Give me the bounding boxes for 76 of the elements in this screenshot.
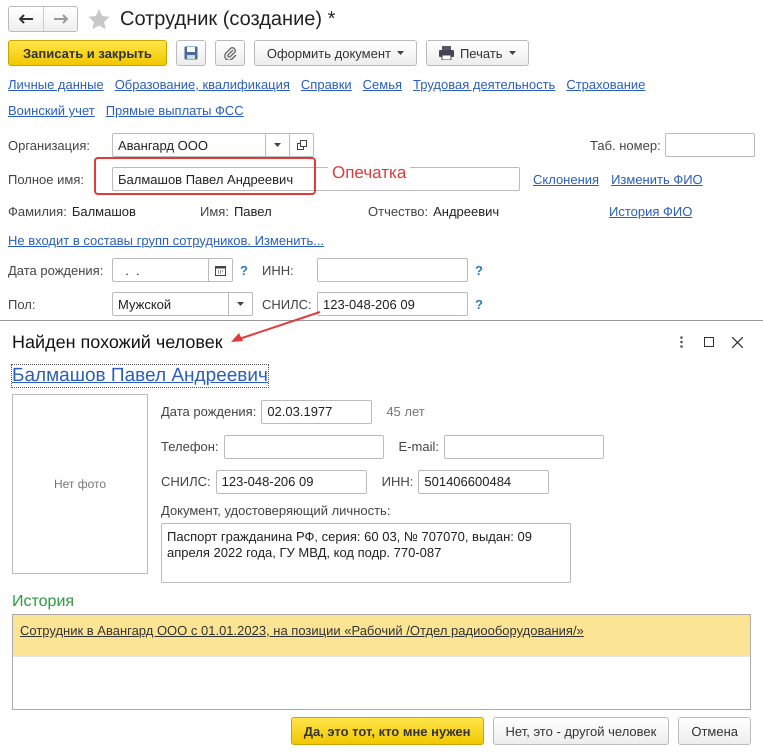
section-link[interactable]: Справки [300,76,352,93]
name-history-link[interactable]: История ФИО [609,203,692,220]
no-photo-text: Нет фото [54,477,106,491]
calendar-icon [215,264,226,276]
age-text: 45 лет [386,404,425,419]
printer-icon [438,46,454,60]
field-label: Документ, удостоверяющий личность: [161,503,392,518]
help-link[interactable]: ? [240,262,254,278]
maximize-icon[interactable] [704,337,714,347]
field-label: Отчество: [368,204,428,219]
section-link[interactable]: Прямые выплаты ФСС [106,102,244,119]
more-icon[interactable] [680,336,682,348]
field-label: Имя: [200,204,229,219]
field-label: E-mail: [398,439,439,454]
close-icon[interactable] [732,336,742,348]
caret-icon [237,302,244,306]
window-title: Сотрудник (создание) * [120,8,336,30]
name-part-value: Павел [234,204,272,219]
dialog-title: Найден похожий человек [12,332,224,352]
field-label: ИНН: [262,262,295,278]
create-document-button[interactable]: Оформить документ [254,40,417,66]
dialog-field[interactable] [224,434,384,458]
name-link[interactable]: Склонения [533,170,600,188]
floppy-icon [184,46,198,60]
help-link[interactable]: ? [475,296,489,312]
tab-number-field[interactable] [665,133,755,157]
dialog-field[interactable]: 501406600484 [418,470,550,494]
field-label: Таб. номер: [590,138,662,152]
open-icon [296,140,306,150]
field-label: СНИЛС: [161,474,211,489]
field-label: Дата рождения: [8,262,104,278]
arrow-right-icon [54,14,68,24]
document-field[interactable]: Паспорт гражданина РФ, серия: 60 03, № 707070, выдан: 09 апреля 2022 года, ГУ МВД, код подр. 770-087 [161,523,571,583]
help-link[interactable]: ? [475,262,489,278]
arrow-left-icon [19,14,33,24]
field-label: Пол: [8,296,36,312]
field-label: СНИЛС: [262,296,313,312]
organization-field[interactable]: Авангард ООО [112,133,314,157]
caret-icon [396,51,404,55]
section-link[interactable]: Трудовая деятельность [413,76,556,93]
section-link[interactable]: Образование, квалификация [114,76,290,93]
dialog-button[interactable]: Нет, это - другой человек [492,717,670,745]
snils-field[interactable]: 123-048-206 09 [317,292,468,316]
dialog-button[interactable]: Отмена [678,717,751,745]
star-icon[interactable] [88,8,110,30]
history-row[interactable]: Сотрудник в Авангард ООО с 01.01.2023, на позиции «Рабочий /Отдел радиооборудования/» [13,615,750,657]
field-label: Организация: [8,138,92,152]
section-link[interactable]: Страхование [566,76,646,93]
field-label: Телефон: [161,439,219,454]
attach-button[interactable] [214,40,245,66]
section-link[interactable]: Личные данные [8,76,104,93]
section-link[interactable]: Семья [362,76,402,93]
save-close-button[interactable]: Записать и закрыть [8,40,167,66]
name-link[interactable]: Изменить ФИО [611,170,703,188]
field-label: Дата рождения: [161,404,256,419]
name-part-value: Андреевич [433,204,500,219]
dialog-field[interactable] [444,434,604,458]
birth-date-field[interactable]: . . [112,258,233,282]
caret-icon [508,51,516,55]
field-label: Полное имя: [8,172,85,186]
print-button[interactable]: Печать [426,40,529,66]
groups-link[interactable]: Не входит в составы групп сотрудников. Изменить... [8,232,324,248]
history-title: История [12,593,76,611]
gender-field[interactable]: Мужской [112,292,253,316]
dialog-field[interactable]: 02.03.1977 [261,400,372,424]
person-link[interactable]: Балмашов Павел Андреевич [12,365,268,387]
caret-icon [274,143,281,147]
dialog-button[interactable]: Да, это тот, кто мне нужен [290,717,484,745]
inn-field[interactable] [317,258,468,282]
field-label: ИНН: [382,474,414,489]
dialog-field[interactable]: 123-048-206 09 [216,470,367,494]
name-part-value: Балмашов [72,204,136,219]
paperclip-icon [222,46,237,60]
section-link[interactable]: Воинский учет [8,102,95,119]
field-label: Фамилия: [8,204,67,219]
save-button[interactable] [176,40,206,66]
